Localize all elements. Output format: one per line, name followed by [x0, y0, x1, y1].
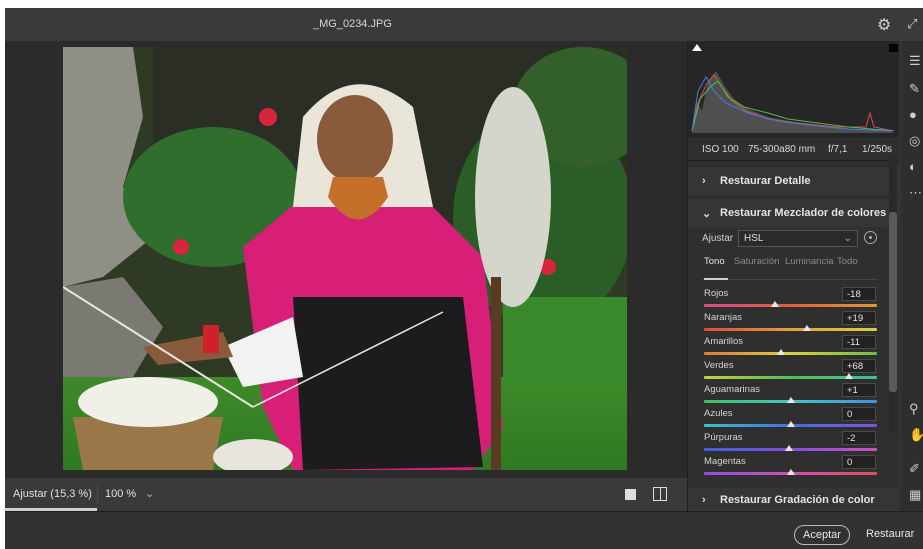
- chevron-down-icon: ⌄: [702, 208, 712, 220]
- slider-value-field[interactable]: -2: [842, 431, 876, 445]
- compare-view-icon[interactable]: [653, 487, 667, 501]
- photo-illustration: [63, 47, 627, 470]
- adjust-label: Ajustar: [702, 233, 734, 244]
- scrollbar-thumb[interactable]: [889, 212, 897, 392]
- slider-thumb[interactable]: [786, 469, 795, 475]
- histogram-graph: [691, 71, 895, 133]
- window-title: _MG_0234.JPG: [313, 18, 392, 30]
- slider-thumb[interactable]: [787, 397, 796, 403]
- brush-icon[interactable]: ✎: [909, 81, 920, 97]
- adjustments-panel: ISO 100 75-300a80 mm f/7,1 1/250s › Rest…: [687, 41, 899, 511]
- accept-button[interactable]: Aceptar: [794, 525, 850, 545]
- redeye-icon[interactable]: ◐: [909, 159, 917, 174]
- panel-scrollbar[interactable]: [889, 158, 897, 433]
- slider-thumb[interactable]: [845, 373, 854, 379]
- aperture-value: f/7,1: [828, 144, 848, 155]
- slider-thumb[interactable]: [786, 421, 795, 427]
- slider-azules: Azules 0: [688, 407, 888, 432]
- section-mixer-label: Restaurar Mezclador de colores: [720, 207, 887, 219]
- adjust-row: Ajustar HSL ⌄: [688, 228, 899, 250]
- tab-saturacion[interactable]: Saturación: [734, 256, 779, 267]
- slider-label: Azules: [704, 408, 733, 419]
- adjust-select-value: HSL: [744, 233, 764, 244]
- slider-naranjas: Naranjas +19: [688, 311, 888, 336]
- zoom-icon[interactable]: ⚲: [909, 401, 919, 417]
- slider-value-field[interactable]: -18: [842, 287, 876, 301]
- iso-value: ISO 100: [702, 144, 739, 155]
- slider-label: Magentas: [704, 456, 746, 467]
- tab-luminancia[interactable]: Luminancia: [785, 256, 834, 267]
- section-color-mixer[interactable]: ⌄ Restaurar Mezclador de colores: [688, 199, 899, 227]
- slider-value-field[interactable]: +1: [842, 383, 876, 397]
- expand-icon[interactable]: ⤢: [907, 16, 917, 32]
- grid-icon[interactable]: ▦: [909, 487, 921, 503]
- camera-raw-window: _MG_0234.JPG ⚙ ⤢ Ajustar (15,3 %) 100 % …: [5, 8, 923, 549]
- slider-value-field[interactable]: 0: [842, 455, 876, 469]
- more-icon[interactable]: ⋯: [909, 185, 922, 201]
- gear-icon[interactable]: ⚙: [877, 15, 891, 35]
- slider-thumb[interactable]: [802, 325, 811, 331]
- healing-icon[interactable]: ●: [909, 107, 917, 122]
- zoom-fit-button[interactable]: Ajustar (15,3 %): [13, 488, 92, 500]
- shutter-value: 1/250s: [862, 144, 893, 155]
- tool-strip: ☰ ✎ ● ◎ ◐ ⋯ ⚲ ✋ ✐ ▦: [902, 41, 923, 511]
- slider-label: Naranjas: [704, 312, 743, 323]
- slider-label: Amarillos: [704, 336, 744, 347]
- slider-value-field[interactable]: -11: [842, 335, 876, 349]
- slider-thumb[interactable]: [784, 445, 793, 451]
- active-tab-indicator: [704, 278, 728, 280]
- edit-sliders-icon[interactable]: ☰: [909, 53, 921, 69]
- reset-button[interactable]: Restaurar: [866, 528, 914, 540]
- image-canvas[interactable]: [5, 41, 687, 478]
- single-view-icon[interactable]: [625, 489, 636, 500]
- slider-rojos: Rojos -18: [688, 287, 888, 312]
- slider-track[interactable]: [704, 328, 877, 331]
- chevron-down-icon: ⌄: [843, 233, 852, 244]
- slider-p-rpuras: Púrpuras -2: [688, 431, 888, 456]
- slider-value-field[interactable]: 0: [842, 407, 876, 421]
- section-grading-label: Restaurar Gradación de color: [720, 494, 875, 506]
- slider-thumb[interactable]: [770, 301, 779, 307]
- section-detail[interactable]: › Restaurar Detalle: [688, 167, 899, 195]
- chevron-right-icon: ›: [702, 175, 706, 187]
- slider-value-field[interactable]: +68: [842, 359, 876, 373]
- section-detail-label: Restaurar Detalle: [720, 175, 811, 187]
- tabs-divider: [702, 279, 877, 280]
- slider-track[interactable]: [704, 304, 877, 307]
- slider-track[interactable]: [704, 352, 877, 355]
- photo-preview[interactable]: [63, 47, 627, 470]
- sampler-icon[interactable]: ✐: [909, 461, 920, 477]
- lens-value: 75-300a80 mm: [748, 144, 816, 155]
- slider-magentas: Magentas 0: [688, 455, 888, 480]
- histogram: [688, 41, 899, 137]
- mask-icon[interactable]: ◎: [909, 133, 920, 149]
- mixer-tabs: Tono Saturación Luminancia Todo: [688, 254, 899, 280]
- slider-aguamarinas: Aguamarinas +1: [688, 383, 888, 408]
- tab-todo[interactable]: Todo: [837, 256, 858, 267]
- adjust-select[interactable]: HSL ⌄: [738, 230, 858, 247]
- slider-label: Verdes: [704, 360, 734, 371]
- hand-icon[interactable]: ✋: [909, 427, 923, 443]
- slider-label: Púrpuras: [704, 432, 743, 443]
- zoom-level-button[interactable]: 100 %: [105, 488, 136, 500]
- slider-amarillos: Amarillos -11: [688, 335, 888, 360]
- target-adjustment-icon[interactable]: [864, 231, 877, 244]
- slider-label: Aguamarinas: [704, 384, 760, 395]
- chevron-right-icon: ›: [702, 494, 706, 506]
- title-bar: _MG_0234.JPG ⚙ ⤢: [5, 8, 923, 41]
- section-color-grading[interactable]: › Restaurar Gradación de color: [688, 488, 899, 511]
- slider-thumb[interactable]: [776, 349, 785, 355]
- slider-value-field[interactable]: +19: [842, 311, 876, 325]
- chevron-down-icon[interactable]: ⌄: [145, 487, 154, 500]
- dialog-footer: Aceptar Restaurar: [5, 511, 923, 549]
- camera-info-bar: ISO 100 75-300a80 mm f/7,1 1/250s: [688, 137, 899, 161]
- slider-verdes: Verdes +68: [688, 359, 888, 384]
- divider: [97, 484, 98, 504]
- status-bar: Ajustar (15,3 %) 100 % ⌄: [5, 478, 687, 511]
- tab-tono[interactable]: Tono: [704, 256, 725, 267]
- slider-label: Rojos: [704, 288, 729, 299]
